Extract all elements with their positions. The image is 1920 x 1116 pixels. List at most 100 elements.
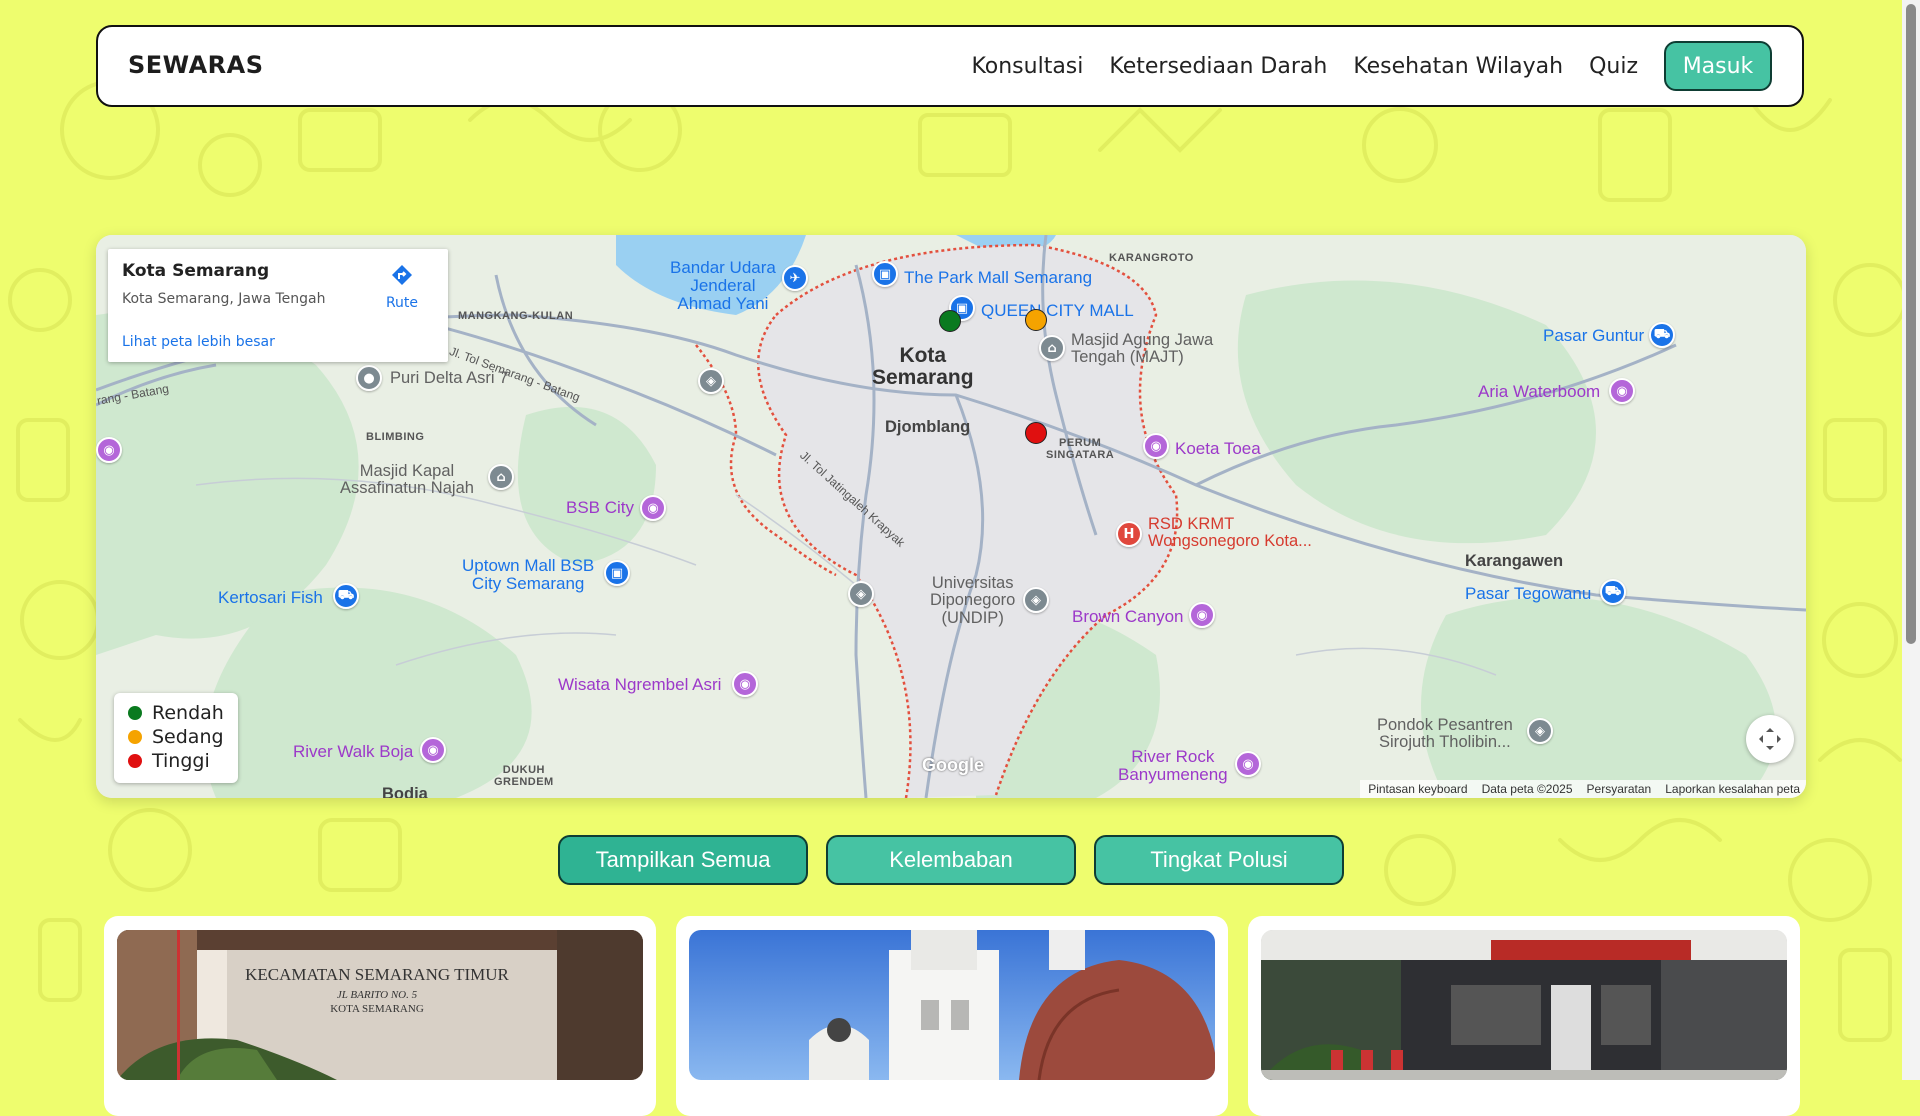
place-info-card: Kota Semarang Kota Semarang, Jawa Tengah… xyxy=(108,249,448,362)
nav-link-quiz[interactable]: Quiz xyxy=(1589,54,1638,79)
map-label-undip[interactable]: Universitas Diponegoro (UNDIP) xyxy=(930,574,1015,627)
school-icon[interactable]: ◈ xyxy=(1023,587,1049,613)
legend-label: Sedang xyxy=(152,726,224,748)
school-icon[interactable]: ◈ xyxy=(698,368,724,394)
camera-icon[interactable]: ◉ xyxy=(1189,602,1215,628)
legend-dot-green xyxy=(128,706,142,720)
map-label-pasar-tegowanu[interactable]: Pasar Tegowanu xyxy=(1465,585,1591,603)
navbar: SEWARAS Konsultasi Ketersediaan Darah Ke… xyxy=(96,25,1804,107)
legend-label: Tinggi xyxy=(152,750,210,772)
map-label-brown-canyon[interactable]: Brown Canyon xyxy=(1072,608,1184,626)
map-label-rsd-krmt[interactable]: RSD KRMT Wongsonegoro Kota... xyxy=(1148,515,1312,551)
office-building-image xyxy=(1261,930,1787,1080)
map-label-puri-delta[interactable]: Puri Delta Asri 7 xyxy=(390,369,508,387)
kecamatan-building-image: KECAMATAN SEMARANG TIMUR JL BARITO NO. 5… xyxy=(117,930,643,1080)
marker-tinggi[interactable] xyxy=(1025,422,1047,444)
map-label-kertosari-fish[interactable]: Kertosari Fish xyxy=(218,589,323,607)
map-attribution: Pintasan keyboard Data peta ©2025 Persya… xyxy=(1360,780,1806,798)
fullscreen-icon xyxy=(1759,728,1781,750)
camera-icon[interactable]: ◉ xyxy=(640,495,666,521)
region-card[interactable] xyxy=(676,916,1228,1116)
map-label-bsb-city[interactable]: BSB City xyxy=(566,499,634,517)
marker-sedang[interactable] xyxy=(1025,309,1047,331)
mosque-icon[interactable]: ⌂ xyxy=(488,464,514,490)
route-label: Rute xyxy=(385,295,419,311)
marker-rendah[interactable] xyxy=(939,310,961,332)
filter-show-all-button[interactable]: Tampilkan Semua xyxy=(558,835,808,885)
map-label-mangkang: MANGKANG-KULAN xyxy=(458,310,574,322)
place-address: Kota Semarang, Jawa Tengah xyxy=(122,291,326,307)
map-label-wisata-ngrembel[interactable]: Wisata Ngrembel Asri xyxy=(558,676,721,694)
nav-link-kesehatan-wilayah[interactable]: Kesehatan Wilayah xyxy=(1353,54,1563,79)
mosque-icon[interactable]: ⌂ xyxy=(1039,335,1065,361)
map-legend: Rendah Sedang Tinggi xyxy=(114,693,238,783)
legend-item-sedang: Sedang xyxy=(128,725,238,749)
map-data-text: Data peta ©2025 xyxy=(1481,782,1573,796)
keyboard-shortcuts-link[interactable]: Pintasan keyboard xyxy=(1368,782,1467,796)
filter-humidity-button[interactable]: Kelembaban xyxy=(826,835,1076,885)
card-image-church xyxy=(689,930,1215,1080)
map-label-karangroto: KARANGROTO xyxy=(1109,252,1194,264)
shopping-bag-icon[interactable]: ▣ xyxy=(604,560,630,586)
filter-pollution-button[interactable]: Tingkat Polusi xyxy=(1094,835,1344,885)
nav-link-konsultasi[interactable]: Konsultasi xyxy=(971,54,1083,79)
fullscreen-button[interactable] xyxy=(1746,715,1794,763)
route-button[interactable]: Rute xyxy=(374,263,430,311)
card-image-kecamatan: KECAMATAN SEMARANG TIMUR JL BARITO NO. 5… xyxy=(117,930,643,1080)
camera-icon[interactable]: ◉ xyxy=(1235,751,1261,777)
legend-dot-red xyxy=(128,754,142,768)
scrollbar-thumb[interactable] xyxy=(1906,4,1916,644)
region-card[interactable]: KECAMATAN SEMARANG TIMUR JL BARITO NO. 5… xyxy=(104,916,656,1116)
legend-item-rendah: Rendah xyxy=(128,701,238,725)
map-label-blimbing: BLIMBING xyxy=(366,431,425,443)
map-label-park-mall[interactable]: The Park Mall Semarang xyxy=(904,269,1092,287)
map-label-river-rock[interactable]: River Rock Banyumeneng xyxy=(1118,748,1228,784)
brand-logo[interactable]: SEWARAS xyxy=(128,51,264,79)
school-icon[interactable]: ◈ xyxy=(848,581,874,607)
camera-icon[interactable]: ◉ xyxy=(1143,433,1169,459)
cart-icon[interactable]: ⛟ xyxy=(1649,322,1675,348)
camera-icon[interactable]: ◉ xyxy=(420,737,446,763)
camera-icon[interactable]: ◉ xyxy=(1609,378,1635,404)
map-label-aria-waterboom[interactable]: Aria Waterboom xyxy=(1478,383,1600,401)
map-label-masjid-agung[interactable]: Masjid Agung Jawa Tengah (MAJT) xyxy=(1071,331,1213,367)
report-error-link[interactable]: Laporkan kesalahan peta xyxy=(1665,782,1800,796)
directions-icon xyxy=(392,265,412,285)
map-label-uptown-mall[interactable]: Uptown Mall BSB City Semarang xyxy=(462,557,594,593)
map-label-karangawen: Karangawen xyxy=(1465,552,1564,570)
map-label-djomblang: Djomblang xyxy=(885,418,971,436)
larger-map-link[interactable]: Lihat peta lebih besar xyxy=(122,334,275,350)
map-label-airport[interactable]: Bandar Udara Jenderal Ahmad Yani xyxy=(670,259,776,313)
shopping-bag-icon[interactable]: ▣ xyxy=(872,261,898,287)
cart-icon[interactable]: ⛟ xyxy=(333,583,359,609)
map-label-river-walk[interactable]: River Walk Boja xyxy=(293,743,413,761)
school-icon[interactable]: ◈ xyxy=(1527,718,1553,744)
place-title: Kota Semarang xyxy=(122,261,270,281)
location-pin-icon[interactable]: ● xyxy=(356,365,382,391)
nav-links: Konsultasi Ketersediaan Darah Kesehatan … xyxy=(945,41,1772,91)
airport-icon[interactable]: ✈ xyxy=(782,265,808,291)
map-label-bodja: Bodja xyxy=(382,785,428,798)
map-label-pondok-pesantren[interactable]: Pondok Pesantren Sirojuth Tholibin... xyxy=(1377,716,1513,752)
google-logo: Google xyxy=(922,755,984,775)
map-label-queen-city-mall[interactable]: QUEEN CITY MALL xyxy=(981,302,1134,320)
page-scrollbar[interactable] xyxy=(1902,0,1920,1080)
region-cards: KECAMATAN SEMARANG TIMUR JL BARITO NO. 5… xyxy=(104,916,1800,1116)
map-label-dukuh-grendem: DUKUH GRENDEM xyxy=(494,764,554,788)
hospital-icon[interactable]: H xyxy=(1116,521,1142,547)
sign-line-2: JL BARITO NO. 5 xyxy=(337,989,418,1001)
map-label-masjid-kapal[interactable]: Masjid Kapal Assafinatun Najah xyxy=(340,462,474,498)
legend-label: Rendah xyxy=(152,702,224,724)
camera-icon[interactable]: ◉ xyxy=(96,437,122,463)
login-button[interactable]: Masuk xyxy=(1664,41,1772,91)
region-card[interactable] xyxy=(1248,916,1800,1116)
legend-dot-orange xyxy=(128,730,142,744)
cart-icon[interactable]: ⛟ xyxy=(1600,579,1626,605)
map-embed[interactable]: KARANGROTO MANGKANG-KULAN BLIMBING PERUM… xyxy=(96,235,1806,798)
nav-link-ketersediaan-darah[interactable]: Ketersediaan Darah xyxy=(1109,54,1327,79)
map-label-koeta-toea[interactable]: Koeta Toea xyxy=(1175,440,1261,458)
camera-icon[interactable]: ◉ xyxy=(732,671,758,697)
legend-item-tinggi: Tinggi xyxy=(128,749,238,773)
terms-link[interactable]: Persyaratan xyxy=(1587,782,1652,796)
map-label-pasar-guntur[interactable]: Pasar Guntur xyxy=(1543,327,1644,345)
